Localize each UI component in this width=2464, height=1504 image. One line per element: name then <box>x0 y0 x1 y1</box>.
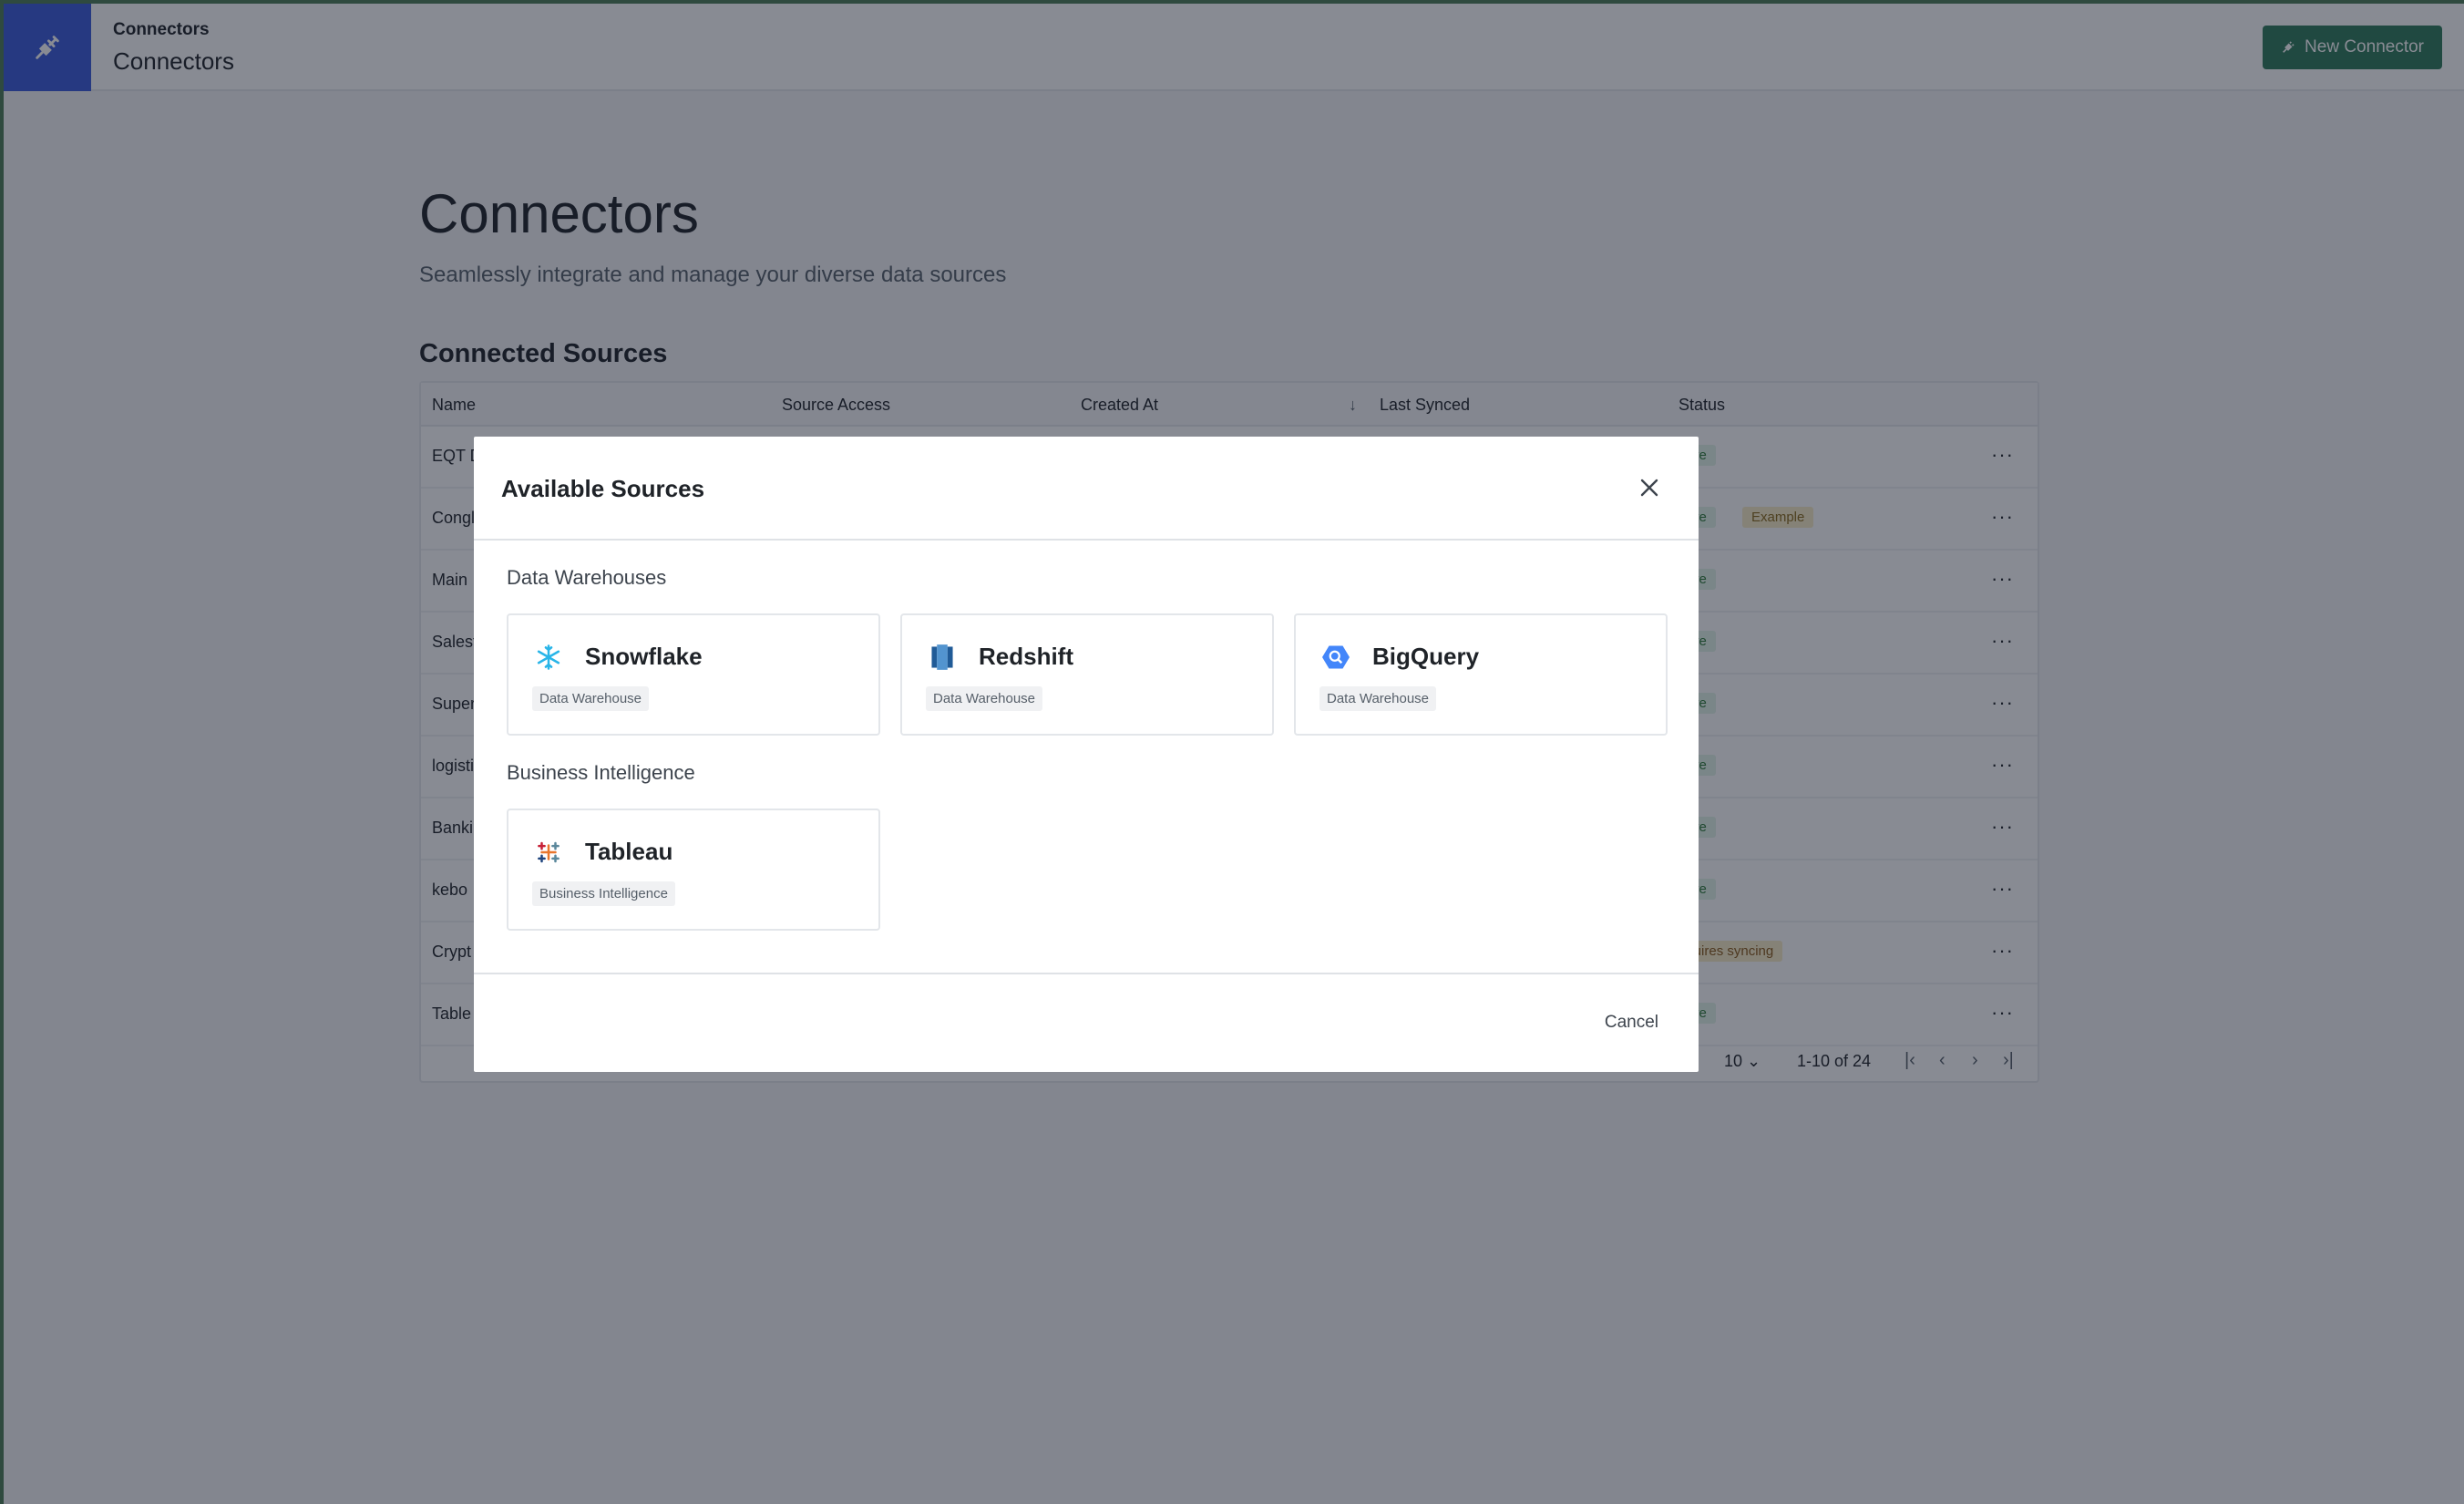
source-tag: Data Warehouse <box>532 686 650 711</box>
group-title-business-intelligence: Business Intelligence <box>507 761 695 784</box>
source-name: BigQuery <box>1372 643 1480 670</box>
source-card-snowflake[interactable]: Snowflake Data Warehouse <box>507 613 880 736</box>
modal-header: Available Sources <box>474 437 1699 541</box>
source-name: Snowflake <box>585 643 703 670</box>
source-card-bigquery[interactable]: BigQuery Data Warehouse <box>1294 613 1668 736</box>
modal-footer: Cancel <box>474 973 1699 1072</box>
source-tag: Business Intelligence <box>532 881 675 906</box>
source-card-redshift[interactable]: Redshift Data Warehouse <box>900 613 1274 736</box>
source-name: Redshift <box>979 643 1073 670</box>
group-title-data-warehouses: Data Warehouses <box>507 566 667 589</box>
bigquery-icon <box>1318 639 1354 675</box>
source-tag: Data Warehouse <box>926 686 1043 711</box>
redshift-icon <box>924 639 960 675</box>
source-tag: Data Warehouse <box>1319 686 1437 711</box>
snowflake-icon <box>530 639 567 675</box>
close-icon[interactable] <box>1633 471 1666 504</box>
source-name: Tableau <box>585 838 673 865</box>
modal-title: Available Sources <box>501 475 705 502</box>
cancel-button[interactable]: Cancel <box>1605 1013 1658 1033</box>
tableau-icon <box>530 834 567 870</box>
source-card-tableau[interactable]: Tableau Business Intelligence <box>507 809 880 931</box>
available-sources-modal: Available Sources Data Warehouses Snowfl… <box>474 437 1699 1072</box>
